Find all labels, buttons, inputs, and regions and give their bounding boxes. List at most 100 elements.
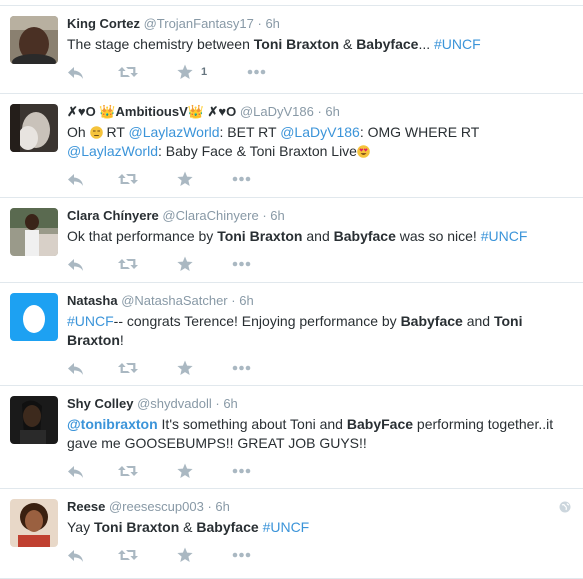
tweet-item[interactable]: Reese @reesescup003 · 6h Yay Toni Braxto… — [0, 489, 583, 579]
avatar[interactable] — [10, 293, 58, 341]
more-icon — [232, 552, 251, 558]
tweet-header: King Cortez @TrojanFantasy17 · 6h — [67, 15, 573, 33]
text-segment: gave me GOOSEBUMPS!! GREAT JOB GUYS!! — [67, 435, 367, 451]
mention-link[interactable]: @LaDyV186 — [280, 124, 360, 140]
tweet-text: Oh RT @LaylazWorld: BET RT @LaDyV186: OM… — [67, 123, 573, 161]
tweet-text: Yay Toni Braxton & Babyface #UNCF — [67, 518, 573, 537]
reply-button[interactable] — [67, 62, 84, 82]
favorite-button[interactable] — [177, 169, 193, 189]
globe-icon[interactable] — [559, 501, 571, 513]
text-segment: : OMG WHERE RT — [359, 124, 480, 140]
tweet-timestamp[interactable]: 6h — [325, 104, 339, 119]
text-segment: : Baby Face & Toni Braxton Live — [158, 143, 357, 159]
hashtag-link[interactable]: #UNCF — [67, 313, 114, 329]
avatar[interactable] — [10, 104, 58, 152]
more-button[interactable] — [247, 62, 267, 82]
tweet-actions: 1 — [67, 62, 573, 86]
retweet-button[interactable] — [118, 62, 138, 82]
more-button[interactable] — [232, 358, 252, 378]
mention-link[interactable]: @tonibraxton — [67, 416, 158, 432]
more-icon — [232, 176, 251, 182]
reply-icon — [68, 67, 83, 79]
tweet-username[interactable]: @shydvadoll — [137, 396, 212, 411]
text-segment: It's something about Toni and — [157, 416, 347, 432]
text-line: @LaylazWorld: Baby Face & Toni Braxton L… — [67, 142, 573, 161]
tweet-fullname[interactable]: Shy Colley — [67, 396, 133, 411]
more-button[interactable] — [232, 254, 252, 274]
tweet-actions — [67, 358, 573, 382]
tweet-fullname[interactable]: Natasha — [67, 293, 118, 308]
text-highlight: Babyface — [196, 519, 259, 535]
more-icon — [232, 468, 251, 474]
retweet-icon — [118, 259, 138, 269]
reply-button[interactable] — [67, 461, 84, 481]
avatar[interactable] — [10, 499, 58, 547]
tweet-header: Clara Chínyere @ClaraChinyere · 6h — [67, 207, 573, 225]
favorite-button[interactable] — [177, 461, 193, 481]
tweet-item[interactable]: Natasha @NatashaSatcher · 6h #UNCF-- con… — [0, 283, 583, 386]
mention-link[interactable]: @LaylazWorld — [129, 124, 220, 140]
tweet-header: Natasha @NatashaSatcher · 6h — [67, 292, 573, 310]
text-segment: was so nice! — [395, 228, 481, 244]
separator-dot: · — [262, 208, 267, 223]
retweet-icon — [118, 174, 138, 184]
tweet-header: ✗♥O 👑AmbitiousV👑 ✗♥O @LaDyV186 · 6h — [67, 103, 573, 121]
hashtag-link[interactable]: #UNCF — [263, 519, 310, 535]
avatar[interactable] — [10, 16, 58, 64]
hashtag-link[interactable]: #UNCF — [481, 228, 528, 244]
tweet-username[interactable]: @LaDyV186 — [240, 104, 314, 119]
separator-dot: · — [257, 16, 262, 31]
reply-icon — [68, 550, 83, 562]
reply-button[interactable] — [67, 358, 84, 378]
tweet-item[interactable]: ✗♥O 👑AmbitiousV👑 ✗♥O @LaDyV186 · 6h Oh R… — [0, 94, 583, 198]
tweet-timestamp[interactable]: 6h — [265, 16, 279, 31]
retweet-button[interactable] — [118, 358, 138, 378]
avatar[interactable] — [10, 208, 58, 256]
tweet-username[interactable]: @reesescup003 — [109, 499, 204, 514]
favorite-icon — [177, 171, 193, 186]
more-button[interactable] — [232, 545, 252, 565]
tweet-timestamp[interactable]: 6h — [239, 293, 253, 308]
reply-button[interactable] — [67, 545, 84, 565]
text-segment: and — [462, 313, 494, 329]
text-highlight: Babyface — [333, 228, 396, 244]
tweet-timestamp[interactable]: 6h — [223, 396, 237, 411]
text-line: gave me GOOSEBUMPS!! GREAT JOB GUYS!! — [67, 434, 573, 453]
reply-icon — [68, 363, 83, 375]
tweet-item[interactable]: King Cortez @TrojanFantasy17 · 6h The st… — [0, 6, 583, 94]
more-button[interactable] — [232, 461, 252, 481]
favorite-button[interactable] — [177, 254, 193, 274]
favorite-button[interactable]: 1 — [177, 62, 207, 82]
tweet-username[interactable]: @ClaraChinyere — [162, 208, 258, 223]
tweet-text: @tonibraxton It's something about Toni a… — [67, 415, 573, 453]
tweet-username[interactable]: @NatashaSatcher — [121, 293, 227, 308]
tweet-timestamp[interactable]: 6h — [270, 208, 284, 223]
tweet-item[interactable]: Shy Colley @shydvadoll · 6h @tonibraxton… — [0, 386, 583, 489]
avatar[interactable] — [10, 396, 58, 444]
retweet-button[interactable] — [118, 254, 138, 274]
favorite-icon — [177, 360, 193, 375]
tweet-username[interactable]: @TrojanFantasy17 — [144, 16, 254, 31]
text-segment: Yay — [67, 519, 94, 535]
tweet-fullname[interactable]: ✗♥O 👑AmbitiousV👑 ✗♥O — [67, 104, 236, 119]
tweet-fullname[interactable]: Clara Chínyere — [67, 208, 159, 223]
reply-button[interactable] — [67, 169, 84, 189]
retweet-button[interactable] — [118, 169, 138, 189]
tweet-fullname[interactable]: King Cortez — [67, 16, 140, 31]
favorite-button[interactable] — [177, 358, 193, 378]
retweet-icon — [118, 363, 138, 373]
favorite-icon — [177, 64, 193, 79]
more-button[interactable] — [232, 169, 252, 189]
text-highlight: Toni Braxton — [253, 36, 340, 52]
hashtag-link[interactable]: #UNCF — [434, 36, 481, 52]
text-highlight: Babyface — [400, 313, 463, 329]
retweet-button[interactable] — [118, 545, 138, 565]
favorite-button[interactable] — [177, 545, 193, 565]
tweet-actions — [67, 169, 573, 193]
reply-button[interactable] — [67, 254, 84, 274]
mention-link[interactable]: @LaylazWorld — [67, 143, 158, 159]
retweet-button[interactable] — [118, 461, 138, 481]
tweet-fullname[interactable]: Reese — [67, 499, 105, 514]
tweet-item[interactable]: Clara Chínyere @ClaraChinyere · 6h Ok th… — [0, 198, 583, 283]
tweet-timestamp[interactable]: 6h — [215, 499, 229, 514]
